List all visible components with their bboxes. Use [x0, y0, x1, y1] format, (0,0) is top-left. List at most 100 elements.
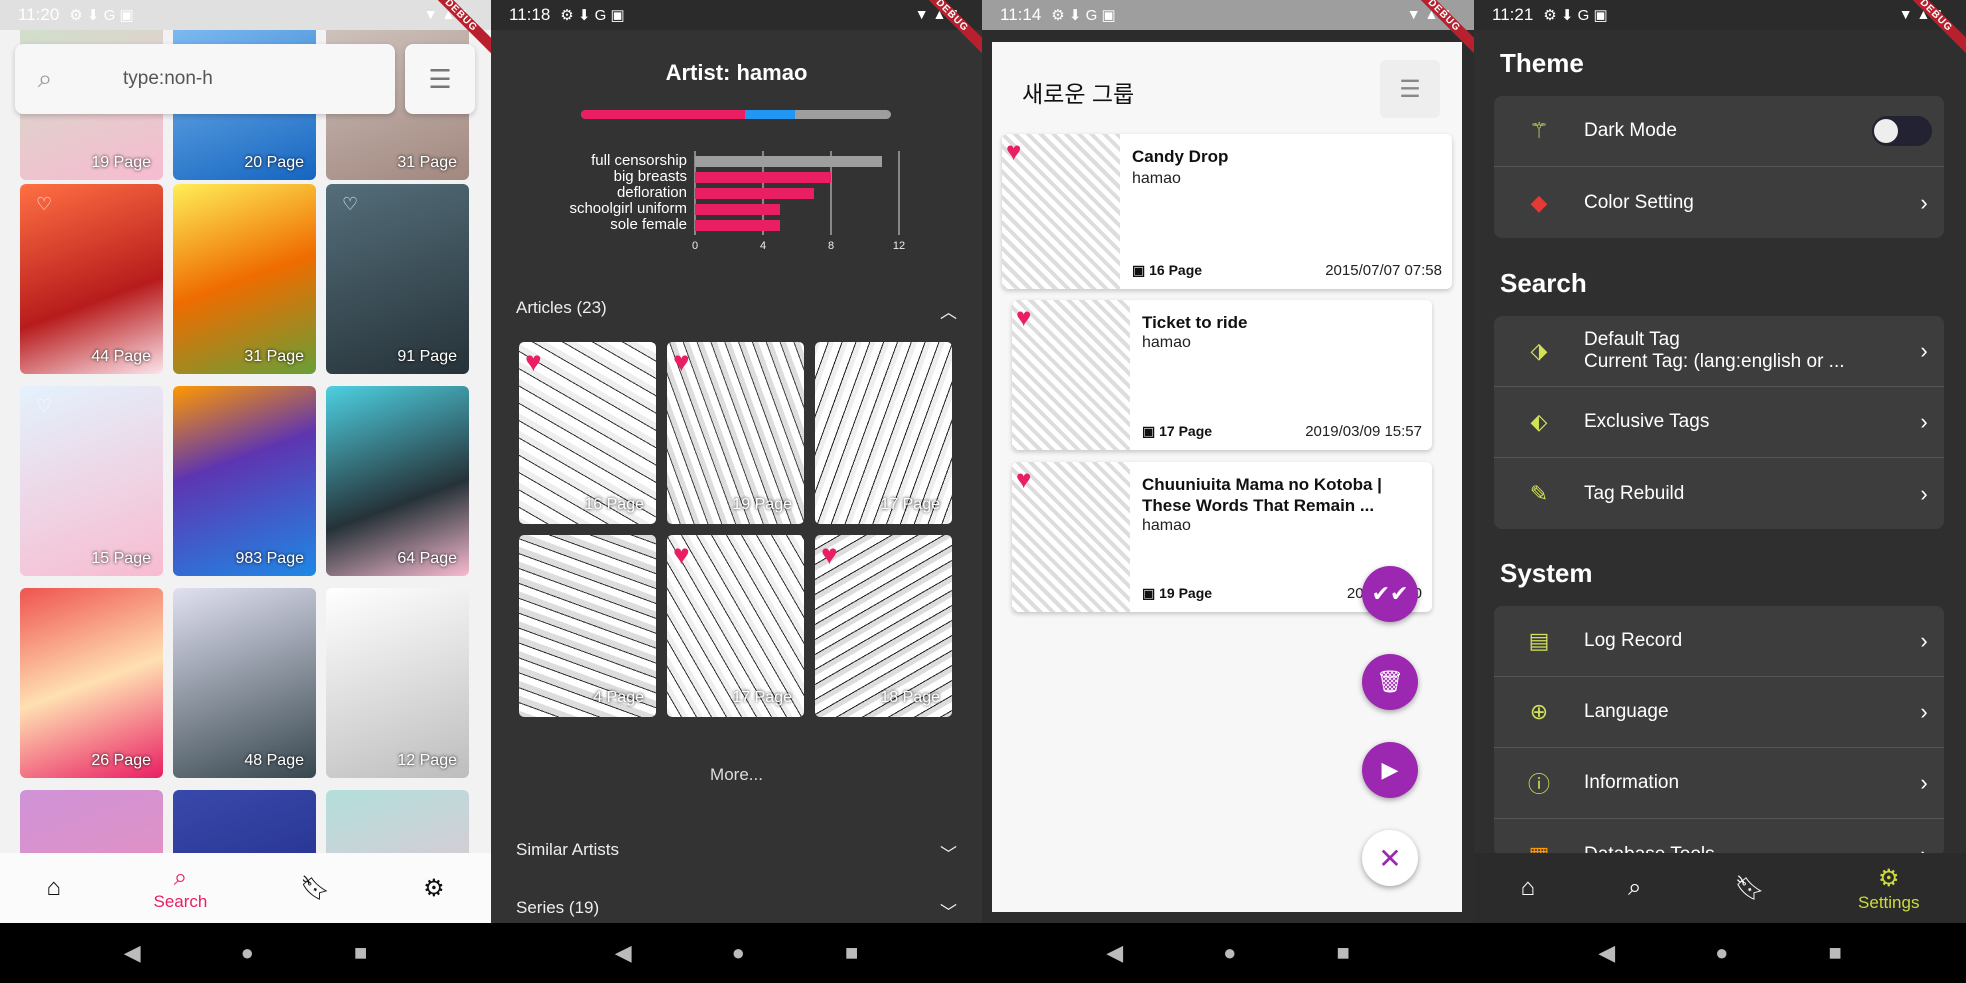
- result-thumb[interactable]: [326, 790, 469, 853]
- theme-header: Theme: [1500, 48, 1584, 78]
- move-to-folder-button[interactable]: ▶: [1362, 742, 1418, 798]
- chevron-right-icon: ›: [1920, 699, 1928, 724]
- select-all-button[interactable]: ✔✔: [1362, 566, 1418, 622]
- article-card[interactable]: ♥ Candy Drop hamao ▣ 16 Page 2015/07/07 …: [1002, 134, 1452, 289]
- nav-home[interactable]: ⌂: [1521, 874, 1536, 902]
- language-item[interactable]: ⊕ Language ›: [1494, 677, 1944, 748]
- delete-button[interactable]: 🗑︎: [1362, 654, 1418, 710]
- result-thumb[interactable]: 64 Page: [326, 386, 469, 576]
- result-thumb[interactable]: 31 Page: [173, 184, 316, 374]
- close-button[interactable]: ✕: [1362, 830, 1418, 886]
- heart-icon[interactable]: ♥: [1016, 302, 1031, 333]
- status-time: 11:18: [509, 5, 551, 24]
- toggle-knob: [1874, 119, 1898, 143]
- chart-tick-label: 8: [828, 240, 834, 252]
- result-thumb[interactable]: 12 Page: [326, 588, 469, 778]
- result-thumb[interactable]: 983 Page: [173, 386, 316, 576]
- close-icon: ✕: [1378, 842, 1402, 874]
- back-icon[interactable]: ◀: [615, 940, 632, 966]
- home-circle-icon[interactable]: ●: [1715, 940, 1728, 966]
- result-thumb[interactable]: [173, 790, 316, 853]
- information-item[interactable]: ⓘ Information ›: [1494, 748, 1944, 819]
- similar-artists-header[interactable]: Similar Artists ﹀: [516, 840, 957, 865]
- nav-search[interactable]: ⌕: [1628, 874, 1641, 902]
- result-thumb[interactable]: ♡ 91 Page: [326, 184, 469, 374]
- status-bar: 11:21 ⚙ ⬇ G ▣ ▼ ▲ ▮: [1474, 0, 1966, 30]
- chevron-down-icon: ﹀: [940, 903, 957, 922]
- heart-icon[interactable]: ♥: [673, 539, 690, 571]
- exclusive-tags-item[interactable]: ⬖ Exclusive Tags ›: [1494, 387, 1944, 458]
- home-circle-icon[interactable]: ●: [241, 940, 254, 966]
- recents-icon[interactable]: ■: [845, 940, 858, 966]
- article-thumb[interactable]: ♥ 19 Page: [667, 342, 804, 524]
- bookmark-icon: 🔖︎: [1734, 874, 1765, 902]
- filter-list-icon: ☰: [428, 63, 452, 94]
- heart-icon[interactable]: ♥: [525, 346, 542, 378]
- result-thumb[interactable]: 48 Page: [173, 588, 316, 778]
- log-record-item[interactable]: ▤ Log Record ›: [1494, 606, 1944, 677]
- artist-screen: 11:18 ⚙ ⬇ G ▣ ▼ ▲ ▮ DEBUG Artist: hamao …: [491, 0, 982, 983]
- home-circle-icon[interactable]: ●: [732, 940, 745, 966]
- result-thumb[interactable]: 26 Page: [20, 588, 163, 778]
- back-icon[interactable]: ◀: [1598, 940, 1615, 966]
- articles-label: Articles (23): [516, 298, 607, 317]
- filter-button[interactable]: ☰: [1380, 60, 1440, 118]
- article-thumb[interactable]: 17 Page: [815, 342, 952, 524]
- nav-home[interactable]: ⌂: [46, 874, 61, 902]
- card-pages: ▣ 16 Page: [1132, 262, 1203, 278]
- recents-icon[interactable]: ■: [1336, 940, 1349, 966]
- heart-icon[interactable]: ♥: [1016, 464, 1031, 495]
- page-count: 31 Page: [397, 154, 457, 171]
- chart-tick-label: 0: [692, 240, 698, 252]
- page-count: 17 Page: [880, 496, 940, 513]
- color-setting-item[interactable]: ◆ Color Setting ›: [1494, 167, 1944, 238]
- nav-settings[interactable]: ⚙ Settings: [1858, 864, 1919, 913]
- article-thumb[interactable]: ♥ 16 Page: [519, 342, 656, 524]
- status-time: 11:14: [1000, 5, 1042, 24]
- dark-mode-toggle[interactable]: [1872, 116, 1932, 146]
- status-bar: 11:14 ⚙ ⬇ G ▣ ▼ ▲ ▮: [982, 0, 1474, 30]
- result-thumb[interactable]: ♡ 15 Page: [20, 386, 163, 576]
- result-thumb[interactable]: [20, 790, 163, 853]
- favorite-outline-icon[interactable]: ♡: [342, 194, 358, 215]
- page-count: 18 Page: [880, 689, 940, 706]
- tag-rebuild-label: Tag Rebuild: [1584, 482, 1685, 504]
- recents-icon[interactable]: ■: [354, 940, 367, 966]
- back-icon[interactable]: ◀: [1106, 940, 1123, 966]
- heart-icon[interactable]: ♥: [673, 346, 690, 378]
- result-thumb[interactable]: ♡ 44 Page: [20, 184, 163, 374]
- nav-search[interactable]: ⌕ Search: [153, 864, 207, 912]
- default-tag-item[interactable]: ⬗ Default Tag Current Tag: (lang:english…: [1494, 316, 1944, 387]
- article-thumb[interactable]: ♥ 18 Page: [815, 535, 952, 717]
- article-card[interactable]: ♥ Ticket to ride hamao ▣ 17 Page 2019/03…: [1012, 300, 1432, 450]
- database-tools-item[interactable]: ▦ Database Tools ›: [1494, 819, 1944, 857]
- favorite-outline-icon[interactable]: ♡: [36, 396, 52, 417]
- back-icon[interactable]: ◀: [124, 940, 141, 966]
- heart-icon[interactable]: ♥: [821, 539, 838, 571]
- home-circle-icon[interactable]: ●: [1223, 940, 1236, 966]
- more-button[interactable]: More...: [491, 765, 982, 785]
- heart-icon[interactable]: ♥: [1006, 136, 1021, 167]
- article-thumb[interactable]: 4 Page: [519, 535, 656, 717]
- card-title: Candy Drop: [1132, 147, 1229, 166]
- nav-bookmark[interactable]: 🔖︎: [300, 874, 330, 903]
- filter-list-icon: ☰: [1399, 75, 1421, 103]
- series-header[interactable]: Series (19) ﹀: [516, 898, 957, 923]
- article-thumb[interactable]: ♥ 17 Page: [667, 535, 804, 717]
- nav-settings[interactable]: ⚙: [423, 874, 445, 903]
- page-count: 983 Page: [235, 550, 304, 567]
- tag-rebuild-item[interactable]: ✎ Tag Rebuild ›: [1494, 458, 1944, 529]
- favorite-outline-icon[interactable]: ♡: [36, 194, 52, 215]
- articles-header[interactable]: Articles (23) ︿: [516, 298, 957, 323]
- filter-button[interactable]: ☰: [405, 44, 475, 114]
- dark-mode-item[interactable]: ⚚ Dark Mode: [1494, 96, 1944, 167]
- page-count: 17 Page: [732, 689, 792, 706]
- chart-category-label: defloration: [617, 184, 687, 201]
- search-icon: ⌕: [1628, 874, 1642, 901]
- search-input[interactable]: type:non-h: [123, 68, 213, 90]
- chart-category-label: sole female: [610, 216, 687, 233]
- page-count: 12 Page: [397, 752, 457, 769]
- recents-icon[interactable]: ■: [1828, 940, 1841, 966]
- nav-bookmark[interactable]: 🔖︎: [1735, 874, 1765, 903]
- search-bar[interactable]: ⌕ type:non-h: [15, 44, 395, 114]
